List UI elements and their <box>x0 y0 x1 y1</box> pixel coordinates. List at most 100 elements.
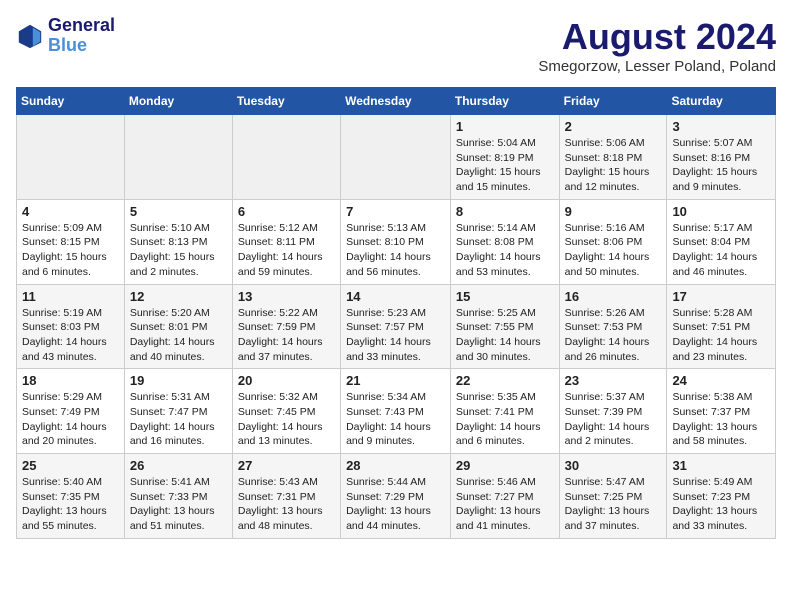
calendar-cell: 11 Sunrise: 5:19 AM Sunset: 8:03 PM Dayli… <box>17 284 125 369</box>
day-info: Sunrise: 5:28 AM Sunset: 7:51 PM Dayligh… <box>672 306 770 365</box>
calendar-cell: 15 Sunrise: 5:25 AM Sunset: 7:55 PM Dayli… <box>450 284 559 369</box>
calendar-cell: 2Sunrise: 5:06 AM Sunset: 8:18 PM Daylig… <box>559 115 667 200</box>
day-info: Sunrise: 5:47 AM Sunset: 7:25 PM Dayligh… <box>565 475 662 534</box>
day-header-monday: Monday <box>124 88 232 115</box>
day-number: 12 <box>130 289 227 304</box>
calendar-cell: 31Sunrise: 5:49 AM Sunset: 7:23 PM Dayli… <box>667 454 776 539</box>
calendar-cell: 23 Sunrise: 5:37 AM Sunset: 7:39 PM Dayli… <box>559 369 667 454</box>
day-info: Sunrise: 5:09 AM Sunset: 8:15 PM Dayligh… <box>22 221 119 280</box>
logo: GeneralBlue <box>16 16 115 56</box>
day-header-thursday: Thursday <box>450 88 559 115</box>
calendar-cell: 21 Sunrise: 5:34 AM Sunset: 7:43 PM Dayli… <box>341 369 451 454</box>
month-year: August 2024 <box>538 16 776 58</box>
day-info: Sunrise: 5:13 AM Sunset: 8:10 PM Dayligh… <box>346 221 445 280</box>
day-info: Sunrise: 5:40 AM Sunset: 7:35 PM Dayligh… <box>22 475 119 534</box>
day-number: 9 <box>565 204 662 219</box>
calendar-table: SundayMondayTuesdayWednesdayThursdayFrid… <box>16 87 776 539</box>
day-number: 5 <box>130 204 227 219</box>
calendar-cell: 26 Sunrise: 5:41 AM Sunset: 7:33 PM Dayli… <box>124 454 232 539</box>
day-number: 29 <box>456 458 554 473</box>
calendar-cell: 7Sunrise: 5:13 AM Sunset: 8:10 PM Daylig… <box>341 199 451 284</box>
day-number: 2 <box>565 119 662 134</box>
day-info: Sunrise: 5:20 AM Sunset: 8:01 PM Dayligh… <box>130 306 227 365</box>
calendar-cell: 6Sunrise: 5:12 AM Sunset: 8:11 PM Daylig… <box>232 199 340 284</box>
day-number: 4 <box>22 204 119 219</box>
day-info: Sunrise: 5:14 AM Sunset: 8:08 PM Dayligh… <box>456 221 554 280</box>
day-info: Sunrise: 5:35 AM Sunset: 7:41 PM Dayligh… <box>456 390 554 449</box>
day-number: 15 <box>456 289 554 304</box>
title-block: August 2024 Smegorzow, Lesser Poland, Po… <box>538 16 776 75</box>
calendar-body: 1Sunrise: 5:04 AM Sunset: 8:19 PM Daylig… <box>17 115 776 539</box>
day-info: Sunrise: 5:44 AM Sunset: 7:29 PM Dayligh… <box>346 475 445 534</box>
day-info: Sunrise: 5:17 AM Sunset: 8:04 PM Dayligh… <box>672 221 770 280</box>
week-row-3: 11 Sunrise: 5:19 AM Sunset: 8:03 PM Dayli… <box>17 284 776 369</box>
day-info: Sunrise: 5:22 AM Sunset: 7:59 PM Dayligh… <box>238 306 335 365</box>
day-number: 22 <box>456 373 554 388</box>
day-info: Sunrise: 5:49 AM Sunset: 7:23 PM Dayligh… <box>672 475 770 534</box>
calendar-cell: 22 Sunrise: 5:35 AM Sunset: 7:41 PM Dayli… <box>450 369 559 454</box>
day-header-sunday: Sunday <box>17 88 125 115</box>
day-info: Sunrise: 5:29 AM Sunset: 7:49 PM Dayligh… <box>22 390 119 449</box>
calendar-cell <box>341 115 451 200</box>
days-header-row: SundayMondayTuesdayWednesdayThursdayFrid… <box>17 88 776 115</box>
day-info: Sunrise: 5:25 AM Sunset: 7:55 PM Dayligh… <box>456 306 554 365</box>
logo-text: GeneralBlue <box>48 16 115 56</box>
day-info: Sunrise: 5:38 AM Sunset: 7:37 PM Dayligh… <box>672 390 770 449</box>
calendar-cell: 30 Sunrise: 5:47 AM Sunset: 7:25 PM Dayli… <box>559 454 667 539</box>
day-header-tuesday: Tuesday <box>232 88 340 115</box>
day-number: 25 <box>22 458 119 473</box>
week-row-4: 18 Sunrise: 5:29 AM Sunset: 7:49 PM Dayli… <box>17 369 776 454</box>
day-number: 13 <box>238 289 335 304</box>
calendar-cell: 14 Sunrise: 5:23 AM Sunset: 7:57 PM Dayli… <box>341 284 451 369</box>
day-info: Sunrise: 5:37 AM Sunset: 7:39 PM Dayligh… <box>565 390 662 449</box>
week-row-2: 4 Sunrise: 5:09 AM Sunset: 8:15 PM Daylig… <box>17 199 776 284</box>
calendar-cell: 19 Sunrise: 5:31 AM Sunset: 7:47 PM Dayli… <box>124 369 232 454</box>
day-number: 28 <box>346 458 445 473</box>
day-number: 11 <box>22 289 119 304</box>
logo-icon <box>16 22 44 50</box>
week-row-5: 25 Sunrise: 5:40 AM Sunset: 7:35 PM Dayli… <box>17 454 776 539</box>
day-number: 17 <box>672 289 770 304</box>
day-info: Sunrise: 5:07 AM Sunset: 8:16 PM Dayligh… <box>672 136 770 195</box>
calendar-cell: 16Sunrise: 5:26 AM Sunset: 7:53 PM Dayli… <box>559 284 667 369</box>
day-info: Sunrise: 5:16 AM Sunset: 8:06 PM Dayligh… <box>565 221 662 280</box>
calendar-cell: 4 Sunrise: 5:09 AM Sunset: 8:15 PM Daylig… <box>17 199 125 284</box>
day-info: Sunrise: 5:41 AM Sunset: 7:33 PM Dayligh… <box>130 475 227 534</box>
day-info: Sunrise: 5:04 AM Sunset: 8:19 PM Dayligh… <box>456 136 554 195</box>
calendar-cell: 20Sunrise: 5:32 AM Sunset: 7:45 PM Dayli… <box>232 369 340 454</box>
calendar-cell: 18 Sunrise: 5:29 AM Sunset: 7:49 PM Dayli… <box>17 369 125 454</box>
calendar-cell: 29 Sunrise: 5:46 AM Sunset: 7:27 PM Dayli… <box>450 454 559 539</box>
day-number: 23 <box>565 373 662 388</box>
calendar-cell: 28 Sunrise: 5:44 AM Sunset: 7:29 PM Dayli… <box>341 454 451 539</box>
calendar-cell: 12 Sunrise: 5:20 AM Sunset: 8:01 PM Dayli… <box>124 284 232 369</box>
day-info: Sunrise: 5:10 AM Sunset: 8:13 PM Dayligh… <box>130 221 227 280</box>
calendar-cell <box>17 115 125 200</box>
calendar-cell: 27 Sunrise: 5:43 AM Sunset: 7:31 PM Dayli… <box>232 454 340 539</box>
day-number: 21 <box>346 373 445 388</box>
calendar-cell: 13 Sunrise: 5:22 AM Sunset: 7:59 PM Dayli… <box>232 284 340 369</box>
day-number: 19 <box>130 373 227 388</box>
calendar-cell: 3Sunrise: 5:07 AM Sunset: 8:16 PM Daylig… <box>667 115 776 200</box>
day-number: 26 <box>130 458 227 473</box>
day-number: 14 <box>346 289 445 304</box>
calendar-cell: 10 Sunrise: 5:17 AM Sunset: 8:04 PM Dayli… <box>667 199 776 284</box>
day-number: 27 <box>238 458 335 473</box>
day-info: Sunrise: 5:46 AM Sunset: 7:27 PM Dayligh… <box>456 475 554 534</box>
day-number: 30 <box>565 458 662 473</box>
calendar-cell: 24Sunrise: 5:38 AM Sunset: 7:37 PM Dayli… <box>667 369 776 454</box>
day-number: 6 <box>238 204 335 219</box>
day-number: 10 <box>672 204 770 219</box>
day-info: Sunrise: 5:43 AM Sunset: 7:31 PM Dayligh… <box>238 475 335 534</box>
day-info: Sunrise: 5:34 AM Sunset: 7:43 PM Dayligh… <box>346 390 445 449</box>
day-number: 18 <box>22 373 119 388</box>
calendar-cell <box>232 115 340 200</box>
calendar-cell: 8 Sunrise: 5:14 AM Sunset: 8:08 PM Daylig… <box>450 199 559 284</box>
day-info: Sunrise: 5:31 AM Sunset: 7:47 PM Dayligh… <box>130 390 227 449</box>
location: Smegorzow, Lesser Poland, Poland <box>538 58 776 75</box>
day-info: Sunrise: 5:19 AM Sunset: 8:03 PM Dayligh… <box>22 306 119 365</box>
calendar-cell: 17 Sunrise: 5:28 AM Sunset: 7:51 PM Dayli… <box>667 284 776 369</box>
calendar-cell <box>124 115 232 200</box>
day-header-friday: Friday <box>559 88 667 115</box>
day-info: Sunrise: 5:23 AM Sunset: 7:57 PM Dayligh… <box>346 306 445 365</box>
day-number: 8 <box>456 204 554 219</box>
